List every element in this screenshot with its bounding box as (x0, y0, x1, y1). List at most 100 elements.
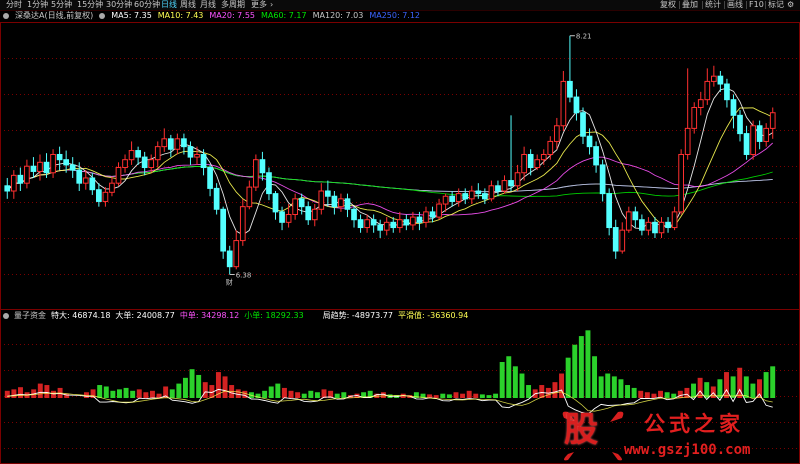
candle-body (96, 189, 102, 202)
candle-body (508, 180, 514, 187)
candle-body (449, 195, 456, 202)
indicator-bar (453, 392, 459, 398)
indicator-bar (526, 385, 532, 398)
indicator-bar (446, 394, 452, 398)
candle-body (141, 156, 148, 169)
candle-body (750, 125, 756, 155)
candle-body (383, 221, 390, 231)
indicator-bar (724, 372, 729, 398)
indicator-bar (169, 389, 175, 398)
indicator-bar (433, 395, 439, 398)
indicator-bar (275, 383, 281, 398)
indicator-bar (618, 379, 624, 398)
candle-body (580, 112, 586, 137)
candle-body (331, 195, 338, 208)
candle-body (586, 135, 593, 148)
indicator-bar (295, 392, 301, 398)
indicator-bar (123, 387, 129, 398)
indicator-bar (97, 385, 103, 398)
candle-body (226, 250, 233, 268)
candle-body (161, 138, 168, 148)
indicator-bar (578, 336, 584, 398)
candle-body (495, 185, 501, 192)
candle-body (678, 153, 684, 213)
high-price-label: 8.21 (576, 33, 592, 41)
indicator-bar (671, 393, 677, 398)
candle-body (24, 165, 30, 184)
indicator-large: 大单: 24008.77 (115, 311, 175, 320)
indicator-bar (684, 387, 690, 398)
indicator-bar (770, 366, 776, 398)
candle-body (305, 206, 312, 221)
candle-body (573, 96, 580, 114)
indicator-bar (730, 376, 736, 398)
candle-body (468, 190, 475, 200)
indicator-bar (757, 379, 762, 398)
candle-body (455, 193, 462, 202)
indicator-bar (598, 376, 604, 398)
candle-body (665, 221, 671, 229)
indicator-bar (460, 393, 466, 398)
ma120-label: MA120: 7.03 (312, 11, 364, 20)
candle-body (501, 180, 508, 192)
indicator-settings-dot-icon[interactable] (3, 312, 9, 319)
candle-body (671, 211, 678, 229)
indicator-trend: 局趋势: -48973.77 (322, 311, 393, 320)
candle-body (17, 174, 24, 184)
indicator-bar (18, 387, 23, 398)
indicator-bars (4, 330, 776, 398)
candle-body (351, 208, 357, 221)
indicator-bar (473, 393, 479, 398)
candle-body (730, 99, 737, 116)
ma-toggle-dot-icon[interactable] (99, 12, 106, 19)
ma5-label: MA5: 7.35 (111, 11, 152, 20)
candle-body (606, 193, 613, 229)
indicator-medium: 中单: 34298.12 (179, 311, 240, 320)
candle-body (43, 161, 50, 174)
candle-body (239, 206, 246, 242)
candle-body (370, 219, 377, 226)
candle-body (652, 221, 658, 234)
indicator-bar (625, 385, 631, 398)
candle-body (645, 221, 652, 231)
candle-body (324, 190, 331, 197)
candle-body (213, 187, 220, 210)
candle-body (148, 159, 155, 169)
chart-canvas: 8.21 6.38财 (0, 22, 800, 464)
candle-body (37, 161, 43, 172)
ma10-label: MA10: 7.43 (157, 11, 204, 20)
indicator-smooth: 平滑值: -36360.94 (397, 311, 469, 320)
candle-body (364, 219, 370, 229)
candle-body (220, 208, 227, 252)
candle-body (691, 107, 698, 129)
settings-dot-icon[interactable] (3, 12, 9, 19)
candle-body (396, 219, 403, 229)
candle-body (710, 75, 717, 82)
indicator-bar (605, 373, 611, 398)
candle-body (246, 186, 253, 208)
indicator-bar (651, 393, 657, 398)
candle-body (769, 112, 776, 129)
candle-body (174, 138, 181, 150)
candle-body (540, 153, 547, 161)
candle-body (684, 127, 691, 155)
price-legend: 深桑达A(日线,前复权) MA5: 7.35 MA10: 7.43 MA20: 7.5… (0, 11, 426, 21)
candle-body (200, 153, 207, 169)
candle-body (756, 125, 763, 142)
candle-body (187, 146, 194, 158)
candle-body (547, 140, 554, 155)
indicator-bar (519, 373, 525, 398)
candle-body (272, 193, 279, 213)
indicator-bar (691, 383, 696, 398)
ma250-label: MA250: 7.12 (369, 11, 421, 20)
candle-body (442, 195, 449, 205)
candle-body (697, 99, 704, 109)
candle-body (593, 146, 599, 166)
indicator-bar (631, 387, 637, 398)
candle-body (181, 138, 187, 148)
indicator-bar (143, 392, 149, 398)
indicator-bar (664, 392, 670, 398)
candle-body (357, 219, 364, 229)
indicator-bar (506, 356, 512, 398)
watermark-url: www.gszj100.com (624, 442, 751, 458)
